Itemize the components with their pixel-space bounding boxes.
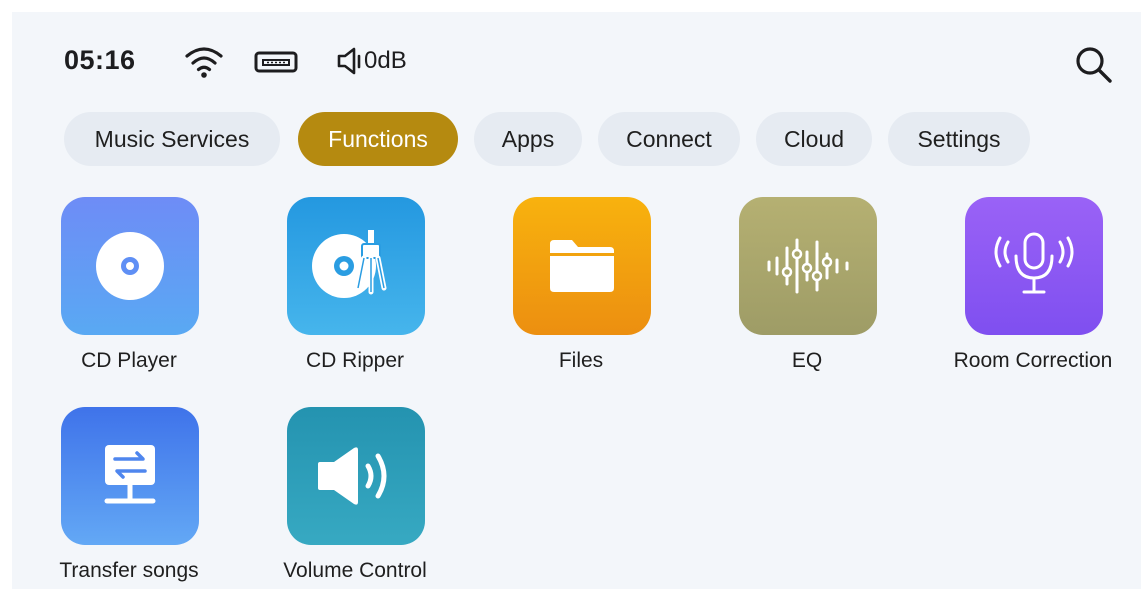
- app-label: EQ: [791, 349, 823, 372]
- cd-ripper-tile-icon: [287, 197, 425, 335]
- tab-settings[interactable]: Settings: [888, 112, 1030, 166]
- app-tile-cd-player[interactable]: CD Player: [39, 197, 199, 397]
- volume-readout: 0dB: [364, 47, 407, 74]
- app-label: Files: [558, 349, 604, 372]
- app-label: Room Correction: [953, 349, 1113, 372]
- cd-player-tile-icon: [61, 197, 199, 335]
- speaker-icon: [337, 47, 361, 75]
- status-bar: 05:16 0dB: [12, 12, 1141, 107]
- folder-icon: [550, 240, 614, 292]
- app-label: CD Player: [81, 349, 177, 372]
- usb-icon: [254, 51, 298, 73]
- app-tile-room-correction[interactable]: Room Correction: [943, 197, 1112, 397]
- volume-icon: [318, 447, 387, 505]
- app-tile-volume-control[interactable]: Volume Control: [265, 407, 427, 589]
- wifi-icon: [185, 47, 223, 78]
- app-tile-cd-ripper[interactable]: CD Ripper: [265, 197, 425, 397]
- transfer-icon: [104, 445, 156, 504]
- tab-functions[interactable]: Functions: [298, 112, 458, 166]
- app-label: Volume Control: [283, 559, 427, 582]
- eq-tile-icon: [739, 197, 877, 335]
- equalizer-icon: [767, 238, 849, 294]
- cd-icon: [96, 232, 164, 300]
- cd-ripper-icon: [312, 230, 387, 298]
- tab-connect[interactable]: Connect: [598, 112, 740, 166]
- microphone-icon: [994, 232, 1074, 294]
- transfer-songs-tile-icon: [61, 407, 199, 545]
- tab-apps[interactable]: Apps: [474, 112, 582, 166]
- app-tile-eq[interactable]: EQ: [717, 197, 877, 397]
- app-label: Transfer songs: [59, 559, 199, 582]
- volume-control-tile-icon: [287, 407, 425, 545]
- tab-cloud[interactable]: Cloud: [756, 112, 872, 166]
- search-icon[interactable]: [1074, 45, 1114, 85]
- clock: 05:16: [64, 45, 136, 75]
- app-label: CD Ripper: [305, 349, 405, 372]
- app-tile-files[interactable]: Files: [491, 197, 651, 397]
- room-correction-tile-icon: [965, 197, 1103, 335]
- app-tile-transfer-songs[interactable]: Transfer songs: [39, 407, 199, 589]
- tab-music-services[interactable]: Music Services: [64, 112, 280, 166]
- files-tile-icon: [513, 197, 651, 335]
- functions-screen: 05:16 0dB Music Services Functions Apps …: [12, 12, 1141, 589]
